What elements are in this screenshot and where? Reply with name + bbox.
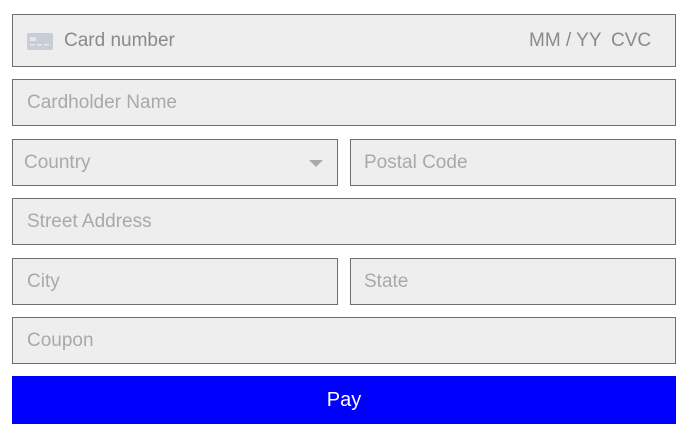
street-address-field[interactable]: Street Address [12, 198, 676, 245]
coupon-placeholder: Coupon [27, 329, 94, 351]
pay-button[interactable]: Pay [12, 376, 676, 424]
country-placeholder: Country [24, 151, 91, 173]
postal-code-field[interactable]: Postal Code [350, 139, 676, 186]
card-details-field[interactable]: Card number MM / YY CVC [12, 14, 676, 67]
postal-code-placeholder: Postal Code [364, 151, 468, 173]
card-cvc-input[interactable]: CVC [611, 30, 651, 52]
card-number-input[interactable]: Card number [64, 30, 175, 52]
city-placeholder: City [27, 270, 60, 292]
credit-card-icon [27, 32, 53, 50]
cardholder-name-field[interactable]: Cardholder Name [12, 79, 676, 126]
street-address-placeholder: Street Address [27, 210, 152, 232]
state-field[interactable]: State [350, 258, 676, 305]
chevron-down-icon [309, 159, 323, 167]
state-placeholder: State [364, 270, 409, 292]
card-expiry-input[interactable]: MM / YY [529, 30, 602, 52]
cardholder-name-placeholder: Cardholder Name [27, 91, 177, 113]
city-field[interactable]: City [12, 258, 338, 305]
country-select[interactable]: Country [12, 139, 338, 186]
coupon-field[interactable]: Coupon [12, 317, 676, 364]
